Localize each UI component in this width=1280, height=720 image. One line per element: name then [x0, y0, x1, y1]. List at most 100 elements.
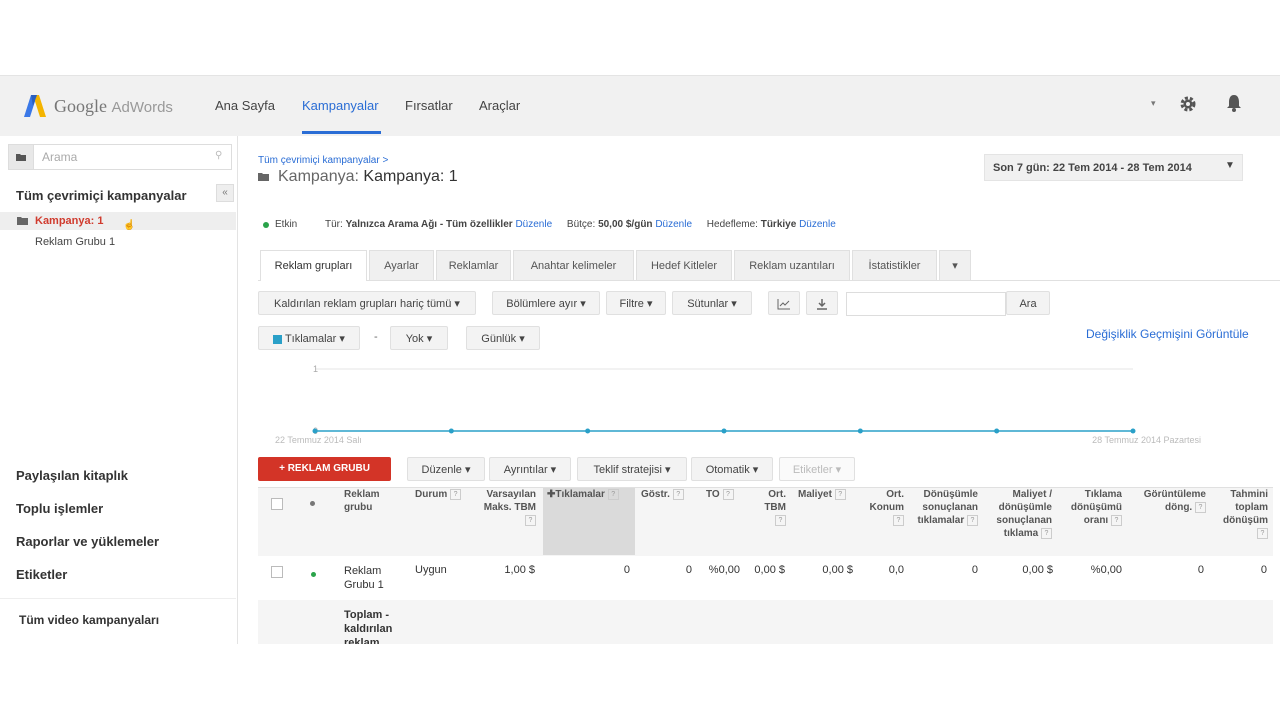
tab-more-dropdown[interactable]: ▾ [939, 250, 971, 280]
automate-dropdown[interactable]: Otomatik ▾ [691, 457, 773, 481]
help-icon[interactable]: ? [607, 488, 619, 500]
bid-strategy-dropdown[interactable]: Teklif stratejisi ▾ [577, 457, 687, 481]
col-impressions[interactable]: Göstr. ? [641, 488, 691, 501]
col-avg-cpc[interactable]: Ort. TBM ? [752, 488, 786, 527]
download-button[interactable] [806, 291, 838, 315]
filter-dropdown[interactable]: Filtre ▾ [606, 291, 666, 315]
segment-label: Bölümlere ayır [506, 298, 578, 310]
metric-separator: - [374, 331, 378, 343]
shared-library-link[interactable]: Paylaşılan kitaplık [16, 468, 128, 483]
edit-dropdown[interactable]: Düzenle ▾ [407, 457, 485, 481]
change-history-link[interactable]: Değişiklik Geçmişini Görüntüle [1086, 327, 1249, 341]
help-icon[interactable]: ? [1041, 527, 1052, 539]
col-view-through[interactable]: Görüntüleme döng. ? [1130, 488, 1206, 514]
collapse-sidebar-icon[interactable]: « [216, 184, 234, 202]
row-status-dot-icon[interactable] [311, 572, 316, 577]
edit-type-link[interactable]: Düzenle [515, 219, 552, 230]
tab-settings[interactable]: Ayarlar [369, 250, 434, 280]
labels-link[interactable]: Etiketler [16, 567, 67, 582]
reports-uploads-link[interactable]: Raporlar ve yüklemeler [16, 534, 159, 549]
interval-dropdown[interactable]: Günlük ▾ [466, 326, 540, 350]
chevron-down-icon: ▾ [646, 298, 653, 310]
breadcrumb[interactable]: Tüm çevrimiçi kampanyalar > [258, 155, 388, 166]
chart-point [994, 428, 1000, 434]
tab-ad-extensions[interactable]: Reklam uzantıları [734, 250, 850, 280]
select-all-checkbox[interactable] [271, 498, 283, 510]
campaign-status[interactable]: Etkin [275, 219, 297, 230]
metric1-dropdown[interactable]: Tıklamalar ▾ [258, 326, 360, 350]
col-conversion-rate[interactable]: Tıklama dönüşümü oranı ? [1064, 488, 1122, 527]
help-icon[interactable]: ? [1257, 527, 1268, 539]
edit-targeting-link[interactable]: Düzenle [799, 219, 836, 230]
bulk-operations-link[interactable]: Toplu işlemler [16, 501, 103, 516]
col-cost-per-conversion[interactable]: Maliyet / dönüşümle sonuçlanan tıklama ? [990, 488, 1052, 540]
add-ad-group-button[interactable]: + REKLAM GRUBU [258, 457, 391, 481]
page-title-campaign: Kampanya: 1 [363, 168, 458, 185]
help-icon[interactable]: ? [525, 514, 536, 526]
chart-point [585, 428, 591, 434]
type-value: Yalnızca Arama Ağı - Tüm özellikler [345, 219, 513, 230]
tab-ad-groups[interactable]: Reklam grupları [260, 250, 367, 281]
tab-audiences[interactable]: Hedef Kitleler [636, 250, 732, 280]
nav-campaigns[interactable]: Kampanyalar [302, 98, 379, 113]
col-ad-group[interactable]: Reklam grubu [344, 488, 404, 514]
col-est-total[interactable]: Tahmini toplam dönüşüm ? [1214, 488, 1268, 540]
row-ad-group-link[interactable]: Reklam Grubu 1 [344, 564, 399, 592]
help-icon[interactable]: ? [893, 514, 904, 526]
help-icon[interactable]: ? [775, 514, 786, 526]
tab-ads[interactable]: Reklamlar [436, 250, 511, 280]
metric2-dropdown[interactable]: Yok ▾ [390, 326, 448, 350]
row-max-cpc[interactable]: 1,00 $ [476, 564, 535, 576]
columns-dropdown[interactable]: Sütunlar ▾ [672, 291, 752, 315]
help-icon[interactable]: ? [672, 488, 684, 500]
search-button[interactable]: Ara [1006, 291, 1050, 315]
col-max-cpc[interactable]: Varsayılan Maks. TBM ? [472, 488, 536, 527]
chart-toggle-button[interactable] [768, 291, 800, 315]
notifications-bell-icon[interactable] [1225, 94, 1243, 115]
details-label: Ayrıntılar [503, 464, 548, 476]
details-dropdown[interactable]: Ayrıntılar ▾ [489, 457, 571, 481]
bid-strategy-label: Teklif stratejisi [593, 464, 662, 476]
sidebar-item-campaign[interactable]: Kampanya: 1 [35, 215, 103, 227]
segment-dropdown[interactable]: Bölümlere ayır ▾ [492, 291, 600, 315]
col-conversions[interactable]: Dönüşümle sonuçlanan tıklamalar ? [912, 488, 978, 527]
tab-keywords[interactable]: Anahtar kelimeler [513, 250, 634, 280]
row-checkbox[interactable] [271, 566, 283, 578]
col-max-cpc-label: Varsayılan Maks. TBM [483, 489, 536, 513]
col-status[interactable]: Durum ? [415, 488, 467, 501]
logo-adwords: AdWords [111, 99, 173, 116]
col-avg-pos[interactable]: Ort. Konum ? [862, 488, 904, 527]
help-icon[interactable]: ? [967, 514, 978, 526]
budget-label: Bütçe: [566, 219, 596, 230]
help-icon[interactable]: ? [450, 488, 462, 500]
col-clicks[interactable]: ✚Tıklamalar ? [547, 488, 633, 501]
labels-dropdown[interactable]: Etiketler ▾ [779, 457, 855, 481]
table-search-input[interactable] [846, 292, 1006, 316]
account-dropdown-icon[interactable]: ▾ [1151, 98, 1156, 109]
performance-chart: 10 22 Temmuz 2014 Salı28 Temmuz 2014 Paz… [275, 364, 1201, 445]
page-title: Kampanya: Kampanya: 1 [278, 168, 458, 186]
date-range-selector[interactable]: Son 7 gün: 22 Tem 2014 - 28 Tem 2014 ▼ [984, 154, 1243, 181]
all-campaigns-link[interactable]: Tüm çevrimiçi kampanyalar [16, 188, 187, 203]
tab-statistics[interactable]: İstatistikler [852, 250, 937, 280]
help-icon[interactable]: ? [1111, 514, 1122, 526]
folder-icon [17, 216, 29, 229]
col-ctr[interactable]: TO ? [706, 488, 742, 501]
nav-opportunities[interactable]: Fırsatlar [405, 98, 453, 113]
edit-budget-link[interactable]: Düzenle [655, 219, 692, 230]
adwords-logo-icon[interactable] [22, 93, 48, 119]
help-icon[interactable]: ? [834, 488, 846, 500]
sidebar-item-adgroup[interactable]: Reklam Grubu 1 [35, 236, 115, 248]
filter-all-dropdown[interactable]: Kaldırılan reklam grupları hariç tümü ▾ [258, 291, 476, 315]
search-icon[interactable]: ⚲ [215, 150, 222, 161]
nav-tools[interactable]: Araçlar [479, 98, 520, 113]
help-icon[interactable]: ? [722, 488, 734, 500]
video-campaigns-link[interactable]: Tüm video kampanyaları [19, 613, 159, 627]
folder-toggle-button[interactable] [9, 145, 34, 169]
col-cost[interactable]: Maliyet ? [798, 488, 854, 501]
sidebar-search[interactable]: Arama ⚲ [8, 144, 232, 170]
gear-icon[interactable] [1179, 95, 1197, 116]
row-view-through: 0 [1197, 564, 1204, 576]
help-icon[interactable]: ? [1195, 501, 1206, 513]
nav-home[interactable]: Ana Sayfa [215, 98, 275, 113]
